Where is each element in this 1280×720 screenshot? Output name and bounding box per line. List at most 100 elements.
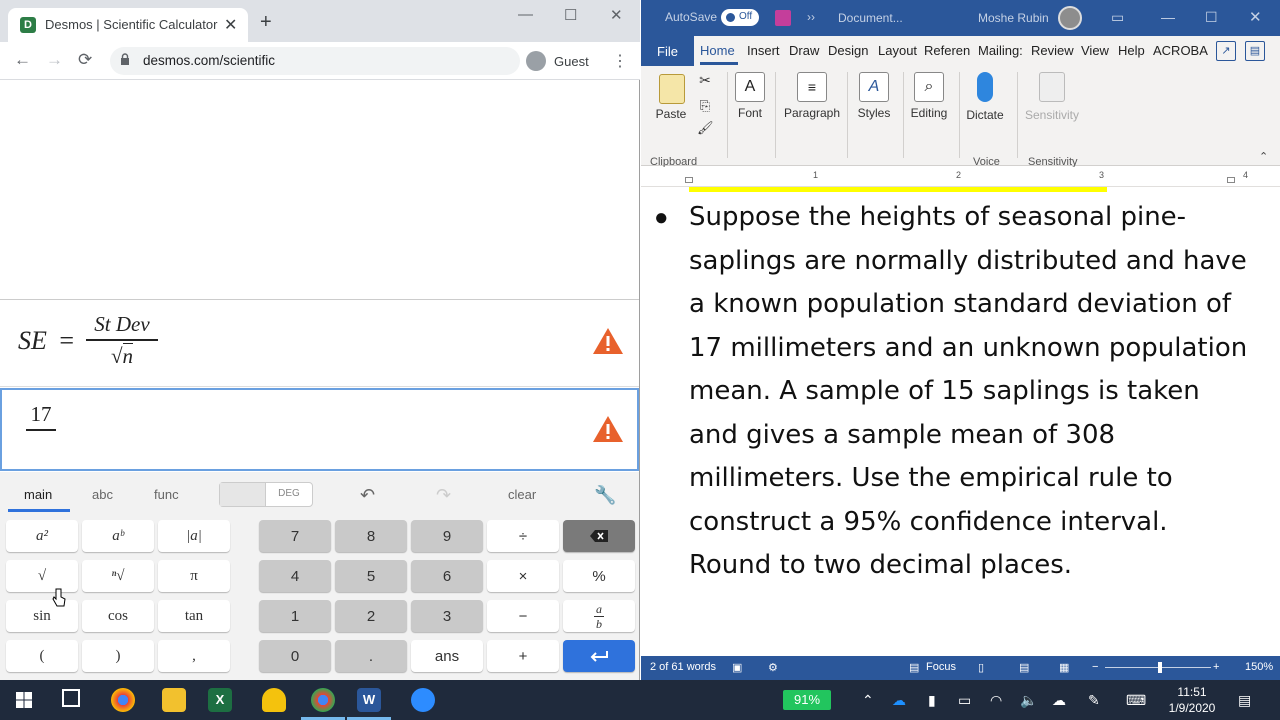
close-window-icon[interactable]: ✕ [610, 6, 623, 24]
tab-design[interactable]: Design [828, 43, 868, 58]
show-hidden-icons[interactable]: ⌃ [862, 692, 874, 709]
paste-label[interactable]: Paste [651, 107, 691, 121]
format-painter-icon[interactable]: 🖌 [697, 120, 714, 136]
editing-label[interactable]: Editing [905, 106, 953, 120]
key-2[interactable]: 2 [335, 600, 407, 632]
key-0[interactable]: 0 [259, 640, 331, 672]
address-bar[interactable]: desmos.com/scientific [110, 47, 520, 75]
document-name[interactable]: Document... [838, 11, 903, 25]
key-abs[interactable]: |a| [158, 520, 230, 552]
word-count[interactable]: 2 of 61 words [650, 661, 716, 673]
new-tab-button[interactable]: + [260, 12, 272, 32]
key-pi[interactable]: π [158, 560, 230, 592]
tab-home[interactable]: Home [700, 43, 735, 58]
key-cos[interactable]: cos [82, 600, 154, 632]
key-sin[interactable]: sin [6, 600, 78, 632]
windows-start-icon[interactable] [16, 692, 32, 708]
document-body-text[interactable]: Suppose the heights of seasonal pine-sap… [689, 196, 1249, 588]
styles-icon[interactable]: A [859, 72, 889, 102]
key-a-power-b[interactable]: aᵇ [82, 520, 154, 552]
dictate-label[interactable]: Dictate [961, 108, 1009, 122]
styles-label[interactable]: Styles [851, 106, 897, 120]
key-fraction[interactable]: a b [563, 600, 635, 632]
key-left-paren[interactable]: ( [6, 640, 78, 672]
tab-review[interactable]: Review [1031, 43, 1074, 58]
enter-button[interactable] [563, 640, 635, 672]
warning-icon[interactable] [592, 415, 624, 443]
key-comma[interactable]: , [158, 640, 230, 672]
zoom-slider-thumb[interactable] [1158, 662, 1162, 673]
font-icon[interactable]: A [735, 72, 765, 102]
wrench-icon[interactable]: 🔧 [594, 485, 616, 506]
expression-row-2-active[interactable]: 17 [0, 388, 639, 471]
right-indent-marker[interactable] [1227, 177, 1235, 183]
print-layout-icon[interactable]: ▤ [1019, 661, 1029, 674]
key-divide[interactable]: ÷ [487, 520, 559, 552]
tab-mailings[interactable]: Mailing: [978, 43, 1023, 58]
tab-close-icon[interactable]: ✕ [224, 15, 237, 35]
redo-icon[interactable]: ↷ [436, 485, 451, 506]
rad-option[interactable] [220, 483, 266, 506]
expression-row-1[interactable]: SE = St Dev √n [0, 300, 639, 387]
tab-func[interactable]: func [154, 487, 179, 502]
comments-icon[interactable]: ▤ [1245, 41, 1265, 61]
copy-icon[interactable]: ⎘ [697, 98, 713, 114]
horizontal-ruler[interactable]: 1 2 3 4 [641, 167, 1280, 187]
menu-kebab-icon[interactable]: ⋮ [612, 51, 628, 71]
maximize-icon[interactable]: ☐ [1205, 9, 1218, 26]
left-indent-marker[interactable] [685, 177, 693, 183]
user-avatar[interactable] [1058, 6, 1082, 30]
reload-icon[interactable]: ⟳ [78, 50, 92, 70]
cut-icon[interactable]: ✂ [697, 72, 713, 89]
wifi-icon[interactable]: ◠ [990, 692, 1002, 709]
tab-main[interactable]: main [24, 487, 52, 502]
autosave-toggle[interactable]: Off [721, 9, 759, 26]
notification-center-icon[interactable]: ▤ [1238, 692, 1251, 709]
tab-file[interactable]: File [641, 36, 694, 66]
tab-draw[interactable]: Draw [789, 43, 819, 58]
browser-tab[interactable]: D Desmos | Scientific Calculator ✕ [8, 8, 248, 42]
key-ans[interactable]: ans [411, 640, 483, 672]
save-icon[interactable] [775, 10, 791, 26]
minimize-icon[interactable]: — [1161, 9, 1175, 25]
accessibility-icon[interactable]: ⚙ [768, 661, 778, 674]
key-6[interactable]: 6 [411, 560, 483, 592]
chrome-icon[interactable] [311, 688, 335, 712]
editing-search-icon[interactable]: ⌕ [914, 72, 944, 102]
tab-acrobat[interactable]: ACROBA [1153, 43, 1208, 58]
rad-deg-toggle[interactable]: DEG [219, 482, 313, 507]
tab-layout[interactable]: Layout [878, 43, 917, 58]
paragraph-icon[interactable]: ≡ [797, 72, 827, 102]
battery-icon[interactable]: ▭ [958, 692, 971, 709]
key-tan[interactable]: tan [158, 600, 230, 632]
undo-icon[interactable]: ↶ [360, 485, 375, 506]
focus-label[interactable]: Focus [926, 661, 956, 673]
more-commands-icon[interactable]: ›› [807, 10, 815, 24]
key-a-squared[interactable]: a² [6, 520, 78, 552]
key-decimal[interactable]: . [335, 640, 407, 672]
key-5[interactable]: 5 [335, 560, 407, 592]
paste-icon[interactable] [659, 74, 685, 104]
key-8[interactable]: 8 [335, 520, 407, 552]
key-right-paren[interactable]: ) [82, 640, 154, 672]
tab-references[interactable]: Referen [924, 43, 970, 58]
zoom-out-icon[interactable]: − [1092, 661, 1098, 673]
web-layout-icon[interactable]: ▦ [1059, 661, 1069, 674]
key-1[interactable]: 1 [259, 600, 331, 632]
key-plus[interactable]: + [487, 640, 559, 672]
key-nth-root[interactable]: ⁿ√ [82, 560, 154, 592]
microphone-icon[interactable] [977, 72, 993, 102]
key-7[interactable]: 7 [259, 520, 331, 552]
pen-icon[interactable]: ▮ [928, 692, 936, 709]
tab-abc[interactable]: abc [92, 487, 113, 502]
key-multiply[interactable]: × [487, 560, 559, 592]
zoom-level[interactable]: 150% [1245, 661, 1273, 673]
key-4[interactable]: 4 [259, 560, 331, 592]
focus-icon[interactable]: ▤ [909, 661, 919, 674]
warning-icon[interactable] [592, 327, 624, 355]
minimize-icon[interactable]: — [518, 6, 533, 23]
cloud-upload-icon[interactable]: ☁ [1052, 692, 1066, 709]
keyboard-icon[interactable]: ⌨ [1126, 692, 1146, 709]
lightbulb-app-icon[interactable] [262, 688, 286, 712]
profile-button[interactable]: Guest [526, 48, 589, 74]
